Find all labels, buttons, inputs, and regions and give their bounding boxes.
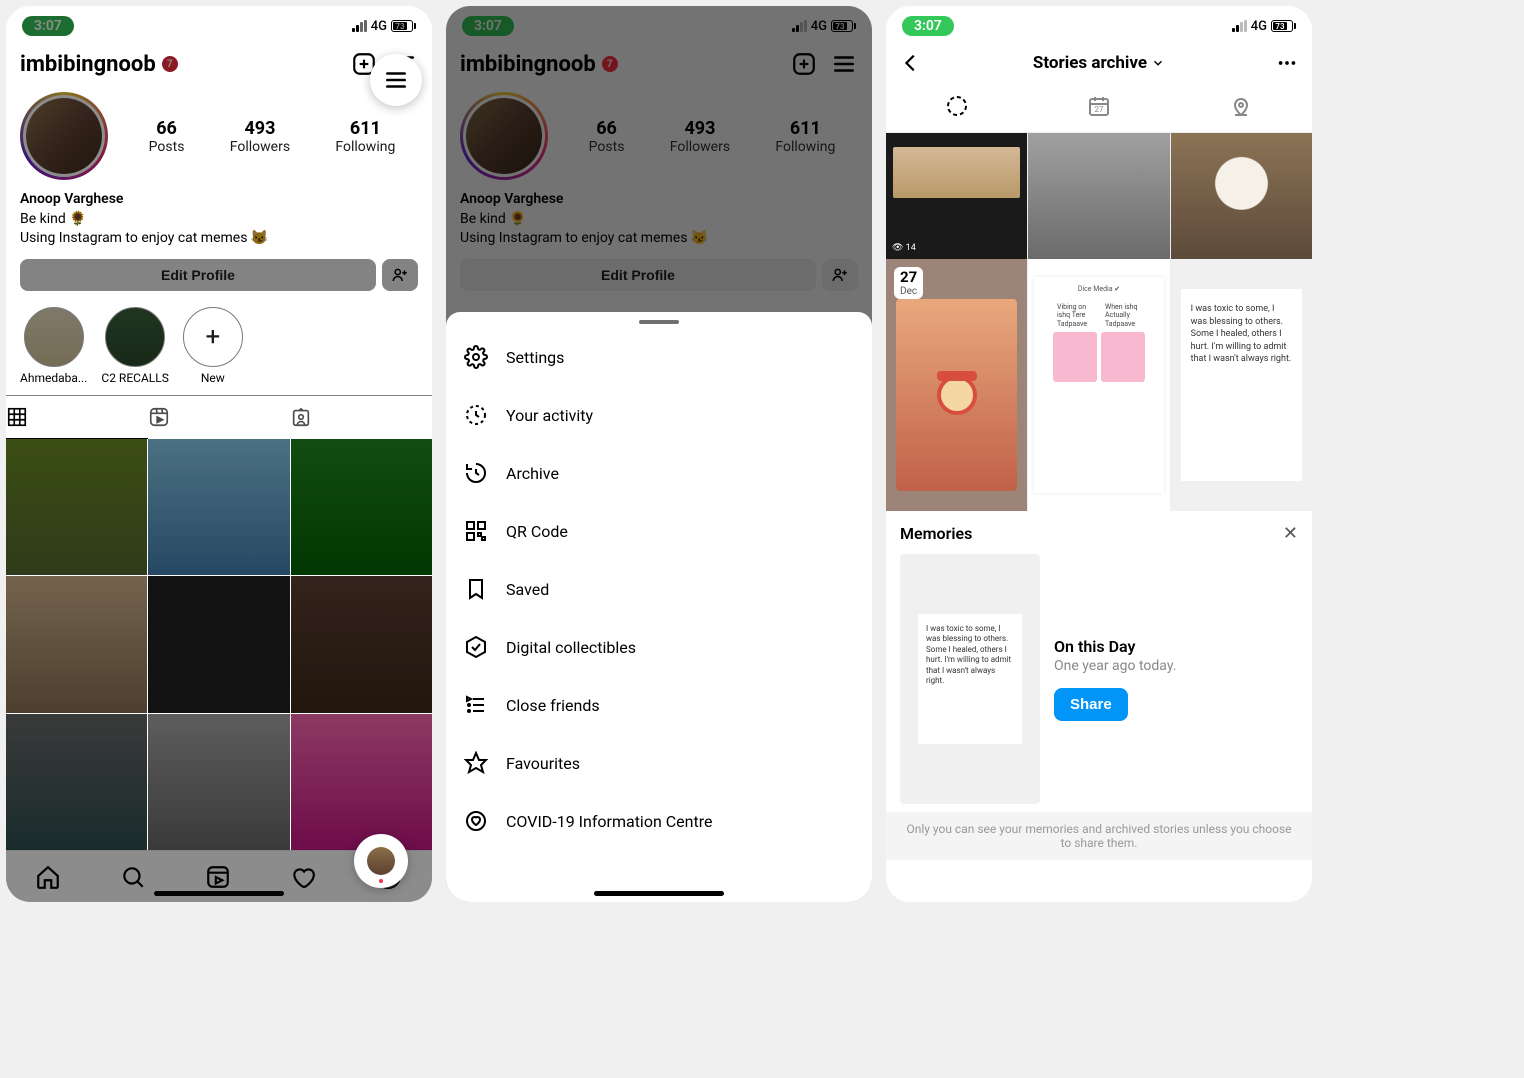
sheet-handle[interactable] [639, 320, 679, 324]
menu-qrcode[interactable]: QR Code [446, 502, 872, 560]
highlight-label: Ahmedaba... [20, 371, 87, 385]
menu-label: Archive [506, 464, 559, 483]
nav-activity-icon[interactable] [290, 864, 316, 890]
profile-avatar[interactable] [20, 92, 108, 180]
post-thumbnail[interactable] [6, 714, 147, 850]
post-thumbnail[interactable] [6, 576, 147, 712]
menu-label: COVID-19 Information Centre [506, 812, 712, 831]
heart-shield-icon [464, 809, 488, 833]
post-thumbnail[interactable] [148, 439, 289, 575]
qrcode-icon [464, 519, 488, 543]
archive-tab-calendar[interactable]: 27 [1028, 84, 1170, 132]
highlight-label: New [201, 371, 225, 385]
close-icon[interactable]: ✕ [1283, 523, 1298, 544]
status-bar: 3:07 4G 73 [6, 6, 432, 42]
memory-card[interactable]: I was toxic to some, I was blessing to o… [900, 554, 1040, 804]
archive-title[interactable]: Stories archive [1033, 53, 1165, 73]
tab-grid[interactable] [6, 396, 148, 439]
menu-settings[interactable]: Settings [446, 328, 872, 386]
highlight-item[interactable]: Ahmedaba... [20, 307, 87, 385]
phone-archive: 3:07 4G 73 Stories archive 27 [886, 6, 1312, 902]
menu-label: Saved [506, 580, 549, 599]
menu-label: Close friends [506, 696, 600, 715]
discover-people-button[interactable] [382, 259, 418, 291]
signal-icon [352, 20, 367, 32]
menu-covid[interactable]: COVID-19 Information Centre [446, 792, 872, 850]
status-right: 4G 73 [352, 19, 416, 34]
edit-profile-button[interactable]: Edit Profile [20, 259, 376, 291]
nav-search-icon[interactable] [120, 864, 146, 890]
hamburger-highlight[interactable] [370, 54, 422, 106]
story-thumbnail[interactable]: 27 Dec [886, 259, 1027, 511]
post-thumbnail[interactable] [6, 439, 147, 575]
phone-menu: 3:07 4G 73 imbibingnoob7 66Posts 493F [446, 6, 872, 902]
list-icon [464, 693, 488, 717]
highlight-label: C2 RECALLS [101, 371, 168, 385]
svg-text:27: 27 [1095, 105, 1104, 114]
story-thumbnail[interactable]: Dice Media ✔ Vibing on ishq Tere Tadpaav… [1028, 259, 1169, 511]
post-thumbnail[interactable] [148, 576, 289, 712]
highlight-item[interactable]: C2 RECALLS [101, 307, 168, 385]
stat-posts[interactable]: 66 Posts [149, 118, 185, 155]
bookmark-icon [464, 577, 488, 601]
menu-label: Digital collectibles [506, 638, 636, 657]
story-thumbnail[interactable]: 👁 14 [886, 133, 1027, 259]
tab-reels[interactable] [148, 396, 290, 439]
star-icon [464, 751, 488, 775]
menu-close-friends[interactable]: Close friends [446, 676, 872, 734]
archive-tab-stories[interactable] [886, 84, 1028, 132]
on-this-day-subtitle: One year ago today. [1054, 658, 1298, 674]
hexagon-icon [464, 635, 488, 659]
memories-section: Memories ✕ I was toxic to some, I was bl… [886, 511, 1312, 812]
share-button[interactable]: Share [1054, 688, 1128, 721]
post-thumbnail[interactable] [148, 714, 289, 850]
menu-archive[interactable]: Archive [446, 444, 872, 502]
battery-icon: 73 [391, 20, 416, 32]
status-time: 3:07 [902, 16, 954, 36]
profile-bio: Anoop Varghese Be kind 🌻 Using Instagram… [6, 190, 432, 259]
menu-favourites[interactable]: Favourites [446, 734, 872, 792]
username-header[interactable]: imbibingnoob 7 [20, 52, 178, 77]
back-icon[interactable] [900, 52, 922, 74]
more-icon[interactable] [1276, 52, 1298, 74]
menu-label: Your activity [506, 406, 593, 425]
date-tag: 27 Dec [894, 267, 923, 299]
tab-tagged[interactable] [290, 396, 432, 439]
gear-icon [464, 345, 488, 369]
notification-badge: 7 [162, 56, 178, 72]
menu-saved[interactable]: Saved [446, 560, 872, 618]
post-thumbnail[interactable] [291, 576, 432, 712]
settings-sheet[interactable]: Settings Your activity Archive QR Code [446, 312, 872, 902]
stat-followers[interactable]: 493 Followers [230, 118, 290, 155]
archive-tab-location[interactable] [1170, 84, 1312, 132]
nav-reels-icon[interactable] [205, 864, 231, 890]
menu-collectibles[interactable]: Digital collectibles [446, 618, 872, 676]
activity-icon [464, 403, 488, 427]
memories-title: Memories [900, 524, 972, 543]
archive-icon [464, 461, 488, 485]
menu-activity[interactable]: Your activity [446, 386, 872, 444]
post-thumbnail[interactable] [291, 714, 432, 850]
menu-label: Settings [506, 348, 564, 367]
post-thumbnail[interactable] [291, 439, 432, 575]
stat-following[interactable]: 611 Following [335, 118, 395, 155]
on-this-day-title: On this Day [1054, 637, 1298, 656]
highlight-new[interactable]: + New [183, 307, 243, 385]
menu-label: QR Code [506, 522, 568, 541]
archive-footer: Only you can see your memories and archi… [886, 812, 1312, 860]
story-thumbnail[interactable] [1171, 133, 1312, 259]
home-indicator [594, 891, 724, 896]
phone-profile: 3:07 4G 73 imbibingnoob 7 [6, 6, 432, 902]
home-indicator [154, 891, 284, 896]
story-thumbnail[interactable]: I was toxic to some, I was blessing to o… [1171, 259, 1312, 511]
nav-home-icon[interactable] [35, 864, 61, 890]
story-thumbnail[interactable] [1028, 133, 1169, 259]
status-time: 3:07 [22, 16, 74, 36]
menu-label: Favourites [506, 754, 580, 773]
nav-profile-highlight[interactable] [354, 834, 408, 888]
